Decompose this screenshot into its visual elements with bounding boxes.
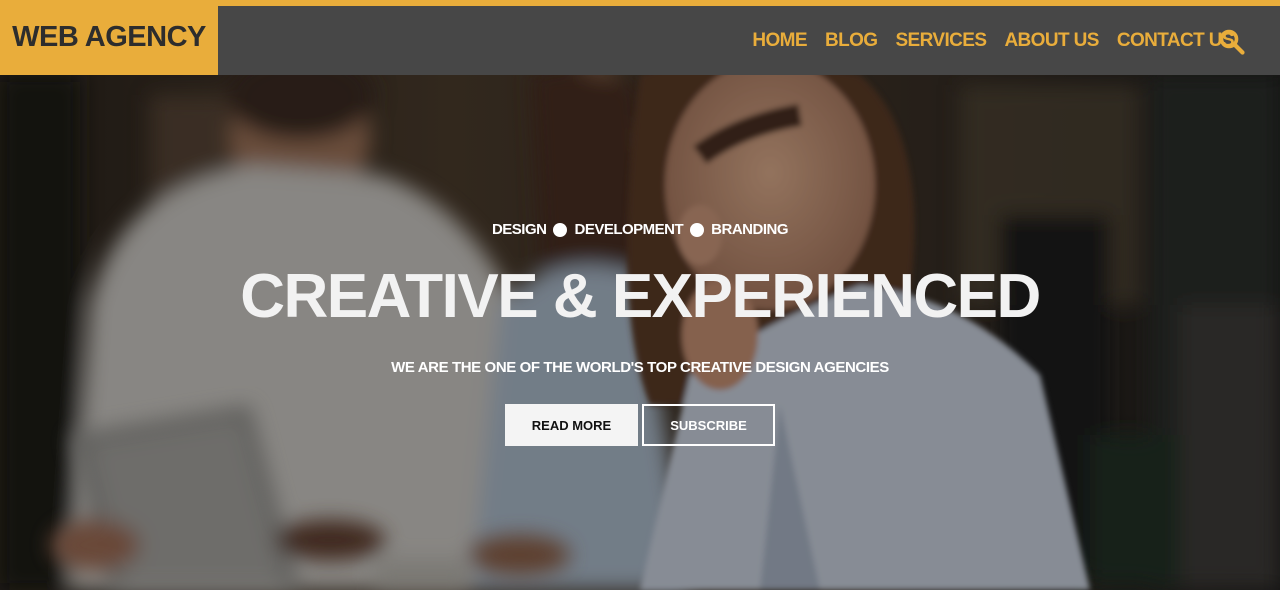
logo-text: WEB AGENCY [12,21,206,53]
tag-design: DESIGN [491,221,547,238]
nav-about-us[interactable]: ABOUT US [1004,30,1099,52]
nav-blog[interactable]: BLOG [825,30,878,52]
hero-headline: CREATIVE & EXPERIENCED [240,262,1041,331]
hero-overlay [0,75,1280,590]
main-nav: HOME BLOG SERVICES ABOUT US CONTACT US [752,6,1234,75]
logo[interactable]: WEB AGENCY [0,0,218,75]
nav-contact-us[interactable]: CONTACT US [1117,30,1235,52]
hero-section: DESIGN DEVELOPMENT BRANDING CREATIVE & E… [0,75,1280,590]
read-more-button[interactable]: READ MORE [505,404,638,446]
hero-subheadline: WE ARE THE ONE OF THE WORLD'S TOP CREATI… [391,359,889,376]
subscribe-button[interactable]: SUBSCRIBE [642,404,775,446]
bullet-dot-icon [690,222,705,237]
bullet-dot-icon [553,222,568,237]
nav-home[interactable]: HOME [752,30,807,52]
hero-tagline: DESIGN DEVELOPMENT BRANDING [0,221,1280,238]
nav-services[interactable]: SERVICES [895,30,987,52]
tag-development: DEVELOPMENT [574,221,684,238]
search-icon[interactable] [1218,28,1246,56]
tag-branding: BRANDING [711,221,789,238]
